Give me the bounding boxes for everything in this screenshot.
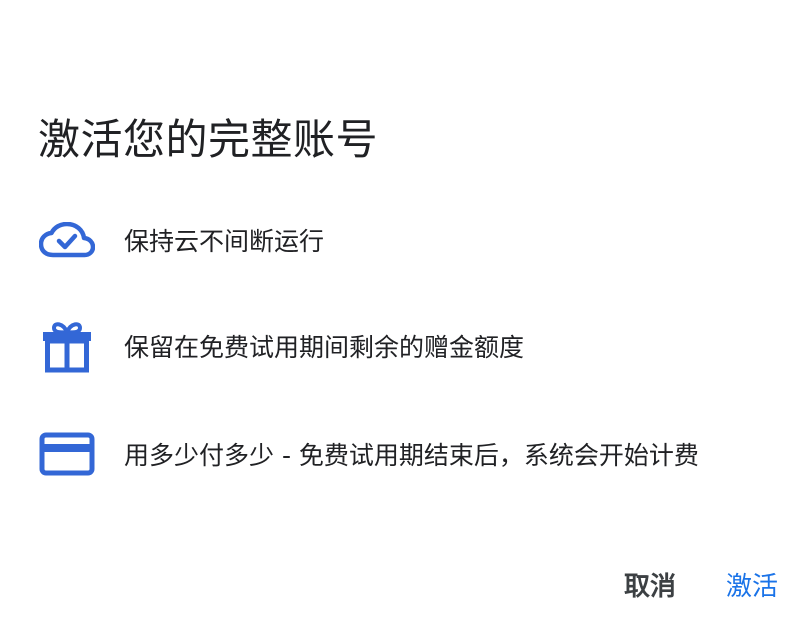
credit-card-icon (38, 424, 96, 484)
feature-text: 保留在免费试用期间剩余的赠金额度 (124, 333, 525, 362)
dialog-title: 激活您的完整账号 (38, 115, 379, 164)
dialog-actions: 取消 激活 (624, 562, 778, 607)
cloud-check-icon (38, 210, 96, 270)
activate-account-dialog: 激活您的完整账号 保持云不间断运行 保留在免费试用期间剩余的赠金额度 用多少付多… (0, 0, 806, 632)
feature-item-keep-credits: 保留在免费试用期间剩余的赠金额度 (38, 316, 524, 376)
cancel-button[interactable]: 取消 (624, 562, 676, 607)
feature-item-pay-as-you-go: 用多少付多少 - 免费试用期结束后，系统会开始计费 (38, 424, 699, 484)
feature-text: 保持云不间断运行 (124, 227, 325, 256)
feature-text: 用多少付多少 - 免费试用期结束后，系统会开始计费 (124, 441, 699, 470)
feature-item-keep-cloud-running: 保持云不间断运行 (38, 210, 324, 270)
activate-button[interactable]: 激活 (726, 562, 778, 607)
gift-icon (38, 316, 96, 376)
